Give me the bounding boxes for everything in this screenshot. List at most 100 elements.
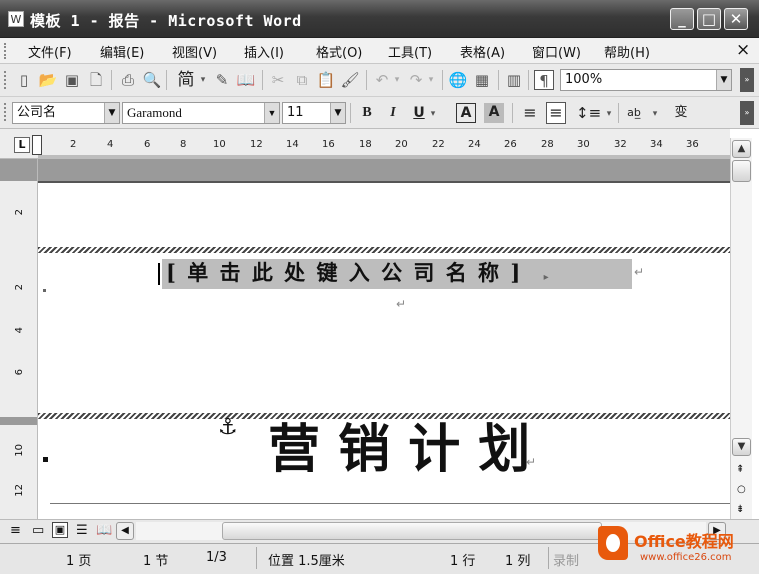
zoom-select[interactable]: 100% ▼ [560,69,732,91]
anchor-icon[interactable]: ⚓ [218,415,238,440]
font-select[interactable]: Garamond ▼ [122,102,280,124]
company-name-field[interactable]: [ 单 击 此 处 键 入 公 司 名 称 ] ▸ [162,259,632,289]
print-preview-icon[interactable]: 🔍 [142,70,162,90]
permission-icon[interactable]: 🗋 [86,70,106,90]
status-separator [256,547,257,569]
status-position: 位置 1.5厘米 [268,554,345,569]
columns-icon[interactable]: ▥ [504,70,524,90]
spelling-icon[interactable]: ✎ [212,70,232,90]
next-page-icon[interactable]: ⇟ [736,504,744,515]
close-button[interactable]: ✕ [724,8,748,30]
horizontal-scroll-thumb[interactable] [222,522,602,540]
toolbar-separator [528,70,529,90]
menu-table[interactable]: 表格(A) [460,42,505,61]
open-folder-icon[interactable]: 📂 [38,70,58,90]
undo-dropdown-icon[interactable]: ▾ [392,70,402,90]
paragraph-mark: ↵ [634,265,645,279]
menu-file[interactable]: 文件(F) [28,42,72,61]
tab-selector-button[interactable]: L [14,137,30,153]
italic-button[interactable]: I [382,102,404,124]
browse-object-icon[interactable]: ○ [737,484,746,495]
maximize-button[interactable]: □ [697,8,721,30]
page-edge-line [38,181,730,183]
character-shading-button[interactable]: A [484,103,504,123]
simplified-chinese-button[interactable]: 简 [172,70,200,90]
research-icon[interactable]: 📖 [236,70,256,90]
menu-view[interactable]: 视图(V) [172,42,217,61]
cut-icon[interactable]: ✂ [268,70,288,90]
horizontal-ruler[interactable]: L 2 4 6 8 10 12 14 16 18 20 22 24 26 28 … [0,129,730,159]
ruler-margin [0,417,37,425]
ruler-number: 26 [504,139,517,150]
scroll-up-button[interactable]: ▲ [732,140,751,158]
toolbar-separator [442,70,443,90]
character-border-button[interactable]: A [456,103,476,123]
toolbar-grip[interactable] [4,103,7,121]
new-document-icon[interactable]: ▯ [14,70,34,90]
underline-dropdown-icon[interactable]: ▾ [428,104,438,124]
save-icon[interactable]: ▣ [62,70,82,90]
redo-icon[interactable]: ↷ [406,70,426,90]
print-icon[interactable]: ⎙ [118,70,138,90]
undo-icon[interactable]: ↶ [372,70,392,90]
outline-view-icon[interactable]: ☰ [76,523,88,538]
reading-layout-icon[interactable]: 📖 [96,523,112,538]
toolbar-options-icon[interactable]: » [740,68,754,92]
scroll-down-button[interactable]: ▼ [732,438,751,456]
hyperlink-icon[interactable]: 🌐 [448,70,468,90]
ruler-number: 22 [432,139,445,150]
menu-window[interactable]: 窗口(W) [532,42,581,61]
phonetic-guide-icon[interactable]: 变 [666,103,696,123]
menu-format[interactable]: 格式(O) [316,42,362,61]
scroll-thumb[interactable] [732,160,751,182]
status-record[interactable]: 录制 [553,550,579,569]
show-hide-marks-icon[interactable]: ¶ [534,70,554,90]
font-size-select[interactable]: 11 ▼ [282,102,346,124]
toolbar-separator [166,70,167,90]
highlight-icon[interactable]: ab̲ [624,103,644,123]
menu-bar: 文件(F) 编辑(E) 视图(V) 插入(I) 格式(O) 工具(T) 表格(A… [0,38,759,64]
indent-marker-icon[interactable] [32,135,42,155]
underline-button[interactable]: U [408,102,430,124]
paste-icon[interactable]: 📋 [316,70,336,90]
paragraph-mark: ↵ [526,455,537,469]
menu-help[interactable]: 帮助(H) [604,42,650,61]
bold-button[interactable]: B [356,102,378,124]
copy-icon[interactable]: ⧉ [292,70,312,90]
previous-page-icon[interactable]: ⇞ [736,464,744,475]
ruler-number: 32 [614,139,627,150]
normal-view-icon[interactable]: ≡ [10,523,21,538]
menu-grip[interactable] [4,43,7,59]
document-page[interactable]: [ 单 击 此 处 键 入 公 司 名 称 ] ▸ ↵ ↵ ⚓ 营 销 计 划 … [38,159,730,519]
format-painter-icon[interactable]: 🖌 [340,70,360,90]
redo-dropdown-icon[interactable]: ▾ [426,70,436,90]
menu-edit[interactable]: 编辑(E) [100,42,144,61]
web-layout-icon[interactable]: ▭ [32,523,44,538]
ruler-number: 24 [468,139,481,150]
menu-tools[interactable]: 工具(T) [388,42,432,61]
menu-insert[interactable]: 插入(I) [244,42,284,61]
minimize-button[interactable]: _ [670,8,694,30]
align-center-icon[interactable]: ≡ [546,102,566,124]
chevron-down-icon[interactable]: ▼ [330,103,345,123]
toolbar-separator [618,103,619,123]
word-app-icon[interactable]: W [8,11,24,27]
highlight-dropdown-icon[interactable]: ▾ [650,104,660,124]
toolbar-grip[interactable] [4,71,7,89]
close-document-button[interactable]: × [736,40,750,60]
line-spacing-icon[interactable]: ↕≡ [576,103,601,123]
line-spacing-dropdown-icon[interactable]: ▾ [604,104,614,124]
chevron-down-icon[interactable]: ▼ [104,103,119,123]
scroll-left-button[interactable]: ◀ [116,522,134,540]
dropdown-arrow-icon[interactable]: ▾ [198,70,208,90]
vertical-scrollbar[interactable]: ▲ ▼ ⇞ ○ ⇟ [730,138,752,522]
ruler-number: 10 [14,444,25,457]
chevron-down-icon[interactable]: ▼ [716,70,731,90]
toolbar-options-icon[interactable]: » [740,101,754,125]
chevron-down-icon[interactable]: ▼ [264,103,279,123]
print-layout-icon[interactable]: ▣ [52,522,68,538]
tables-borders-icon[interactable]: ▦ [472,70,492,90]
justify-icon[interactable]: ≡ [520,103,540,123]
style-select[interactable]: 公司名 ▼ [12,102,120,124]
vertical-ruler[interactable]: 2 2 4 6 10 12 [0,159,38,519]
